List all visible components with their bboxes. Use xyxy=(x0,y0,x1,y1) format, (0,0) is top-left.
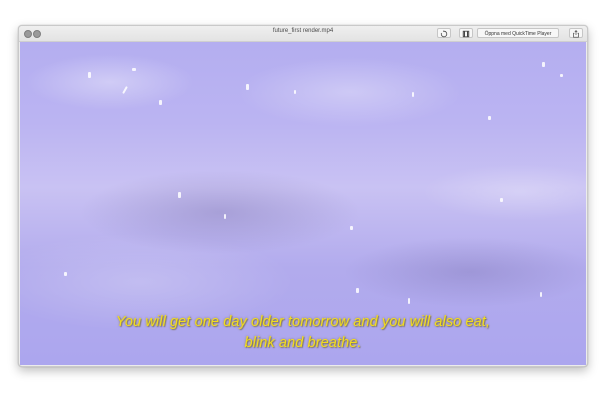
subtitle-line-2: blink and breathe. xyxy=(244,335,362,351)
light-reflection xyxy=(488,116,491,120)
light-reflection xyxy=(88,72,91,78)
light-reflection xyxy=(178,192,181,198)
subtitle-line-1: You will get one day older tomorrow and … xyxy=(115,314,491,330)
light-reflection xyxy=(560,74,563,77)
light-reflection xyxy=(542,62,545,67)
light-reflection xyxy=(246,84,249,90)
light-reflection xyxy=(500,198,503,202)
light-reflection xyxy=(350,226,353,230)
light-reflection xyxy=(540,292,542,297)
trim-button[interactable] xyxy=(459,28,473,38)
fullscreen-button[interactable] xyxy=(33,30,41,38)
quicklook-window: future_first render.mp4 Öppna med QuickT… xyxy=(18,25,588,367)
share-button[interactable] xyxy=(569,28,583,38)
light-reflection xyxy=(224,214,226,219)
rotate-button[interactable] xyxy=(437,28,451,38)
open-with-quicktime-button[interactable]: Öppna med QuickTime Player xyxy=(477,28,559,38)
light-reflection xyxy=(122,86,128,94)
light-reflection xyxy=(294,90,296,94)
title-bar[interactable]: future_first render.mp4 Öppna med QuickT… xyxy=(19,26,587,42)
rotate-icon xyxy=(440,30,448,38)
light-reflection xyxy=(408,298,410,304)
light-reflection xyxy=(412,92,414,97)
trim-icon xyxy=(462,30,470,38)
light-reflection xyxy=(356,288,359,293)
share-icon xyxy=(573,30,579,38)
video-player[interactable]: You will get one day older tomorrow and … xyxy=(20,42,586,365)
light-reflection xyxy=(132,68,136,71)
close-button[interactable] xyxy=(24,30,32,38)
light-reflection xyxy=(64,272,67,276)
light-reflection xyxy=(159,100,162,105)
